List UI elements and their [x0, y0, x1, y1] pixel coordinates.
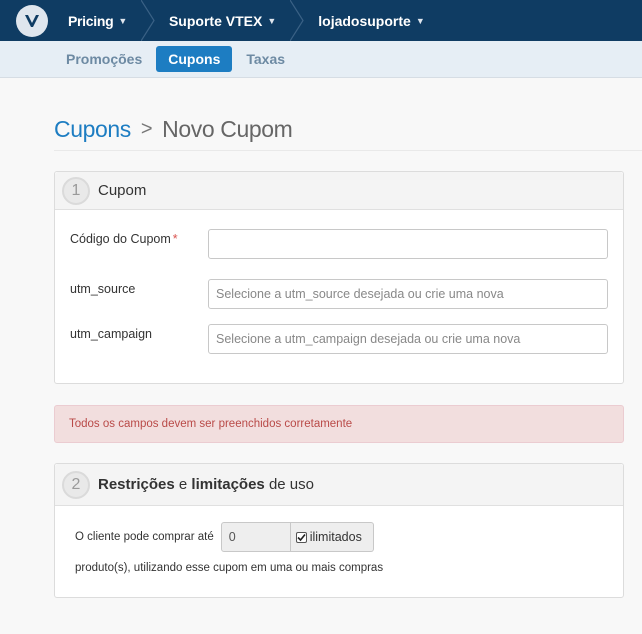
- restrictions-panel-header: 2 Restrições e limitações de uso: [55, 464, 623, 506]
- coupon-panel-title: Cupom: [98, 182, 147, 199]
- utm-campaign-row: utm_campaign Selecione a utm_campaign de…: [70, 324, 608, 354]
- unlimited-checkbox[interactable]: [295, 531, 307, 543]
- breadcrumb-pricing[interactable]: Pricing ▼: [54, 0, 141, 41]
- purchase-limit-quantity-input[interactable]: 0: [220, 522, 291, 552]
- chevron-down-icon: ▼: [267, 15, 277, 26]
- utm-source-select[interactable]: Selecione a utm_source desejada ou crie …: [208, 279, 608, 309]
- tab-cupons[interactable]: Cupons: [156, 46, 233, 72]
- required-marker: *: [172, 232, 178, 246]
- validation-error-alert: Todos os campos devem ser preenchidos co…: [54, 405, 624, 443]
- page-title-parent-link[interactable]: Cupons: [54, 116, 131, 143]
- breadcrumb-store[interactable]: lojadosuporte ▼: [304, 0, 438, 41]
- restrictions-panel: 2 Restrições e limitações de uso O clien…: [54, 463, 624, 598]
- top-navigation-bar: Pricing ▼ Suporte VTEX ▼ lojadosuporte ▼: [0, 0, 642, 41]
- chevron-down-icon: ▼: [415, 15, 425, 26]
- unlimited-label: ilimitados: [309, 530, 362, 544]
- module-tabs: Promoções Cupons Taxas: [0, 41, 642, 78]
- breadcrumb-account[interactable]: Suporte VTEX ▼: [155, 0, 290, 41]
- breadcrumb-account-label: Suporte VTEX: [168, 12, 263, 29]
- utm-campaign-select[interactable]: Selecione a utm_campaign desejada ou cri…: [208, 324, 608, 354]
- breadcrumb-pricing-label: Pricing: [68, 12, 114, 29]
- step-number-badge: 1: [62, 176, 90, 205]
- coupon-panel-header: 1 Cupom: [55, 172, 623, 210]
- vtex-logo-icon[interactable]: [16, 4, 48, 37]
- breadcrumb-store-label: lojadosuporte: [318, 12, 411, 29]
- coupon-code-label: Código do Cupom *: [70, 232, 178, 246]
- coupon-code-input[interactable]: [208, 229, 608, 259]
- coupon-code-row: Código do Cupom *: [70, 229, 608, 259]
- page-title-current: Novo Cupom: [162, 116, 293, 142]
- step-number-badge: 2: [62, 470, 90, 499]
- purchase-limit-label: O cliente pode comprar até: [75, 531, 214, 543]
- title-divider: [54, 150, 642, 151]
- utm-campaign-label: utm_campaign: [70, 327, 152, 341]
- page-title: Cupons > Novo Cupom: [54, 116, 293, 143]
- tab-taxas[interactable]: Taxas: [238, 46, 293, 72]
- purchase-limit-description: produto(s), utilizando esse cupom em uma…: [75, 562, 384, 574]
- page-title-separator: >: [140, 118, 153, 140]
- utm-source-row: utm_source Selecione a utm_source deseja…: [70, 279, 608, 309]
- purchase-limit-row: O cliente pode comprar até 0 ilimitados: [75, 522, 374, 552]
- breadcrumb-separator-icon: [140, 0, 155, 41]
- coupon-panel: 1 Cupom Código do Cupom * utm_source Sele…: [54, 171, 624, 384]
- restrictions-panel-title: Restrições e limitações de uso: [98, 476, 314, 493]
- chevron-down-icon: ▼: [118, 15, 127, 26]
- tab-promocoes[interactable]: Promoções: [58, 46, 150, 72]
- breadcrumb-separator-icon: [290, 0, 304, 41]
- utm-source-label: utm_source: [70, 282, 136, 296]
- unlimited-toggle[interactable]: ilimitados: [290, 522, 374, 552]
